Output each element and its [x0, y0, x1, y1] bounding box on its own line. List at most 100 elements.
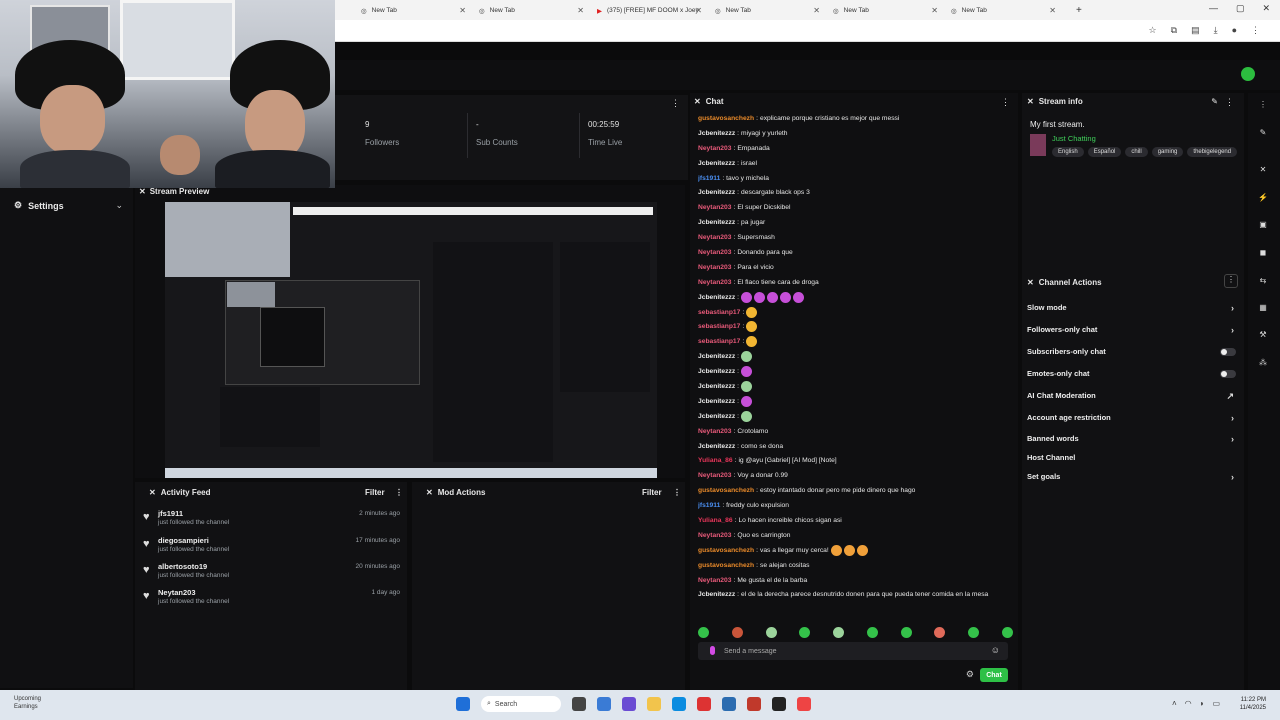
feed-user[interactable]: jfs1911 — [158, 509, 183, 518]
volume-icon[interactable]: ◗ — [1200, 699, 1205, 708]
chevron-right-icon[interactable]: › — [1231, 434, 1234, 444]
tag[interactable]: thebigelegend — [1187, 147, 1238, 157]
star-icon[interactable]: ☆ — [1149, 25, 1157, 36]
hammer-icon[interactable]: ⚒ — [1256, 328, 1270, 342]
channel-action-item[interactable]: Followers-only chat › — [1027, 325, 1239, 339]
toggle-switch[interactable] — [1220, 348, 1236, 356]
chat-username[interactable]: Yuliana_86 — [698, 457, 733, 464]
chat-username[interactable]: gustavosanchezh — [698, 547, 754, 554]
app-icon[interactable] — [697, 697, 711, 711]
windows-start-icon[interactable] — [456, 697, 470, 711]
browser-tab[interactable]: ◎ New Tab ✕ — [355, 2, 470, 19]
swap-icon[interactable]: ⇆ — [1256, 274, 1270, 288]
chat-bubble-icon[interactable]: ◼ — [1256, 246, 1270, 260]
chat-username[interactable]: Jcbenitezzz — [698, 591, 735, 598]
chevron-right-icon[interactable]: › — [1231, 472, 1234, 482]
chevron-up-icon[interactable]: ˄ — [1172, 699, 1177, 708]
chat-username[interactable]: Jcbenitezzz — [698, 219, 735, 226]
close-tab-icon[interactable]: ✕ — [931, 6, 938, 15]
channel-action-item[interactable]: Host Channel — [1027, 453, 1239, 467]
chat-username[interactable]: Jcbenitezzz — [698, 413, 735, 420]
chevron-right-icon[interactable]: › — [1231, 303, 1234, 313]
channel-action-item[interactable]: Set goals › — [1027, 472, 1239, 486]
kebab-icon[interactable]: ⋮ — [1225, 97, 1234, 108]
browser-tab[interactable]: ◎ New Tab ✕ — [709, 2, 824, 19]
chat-username[interactable]: gustavosanchezh — [698, 562, 754, 569]
kebab-icon[interactable]: ⋮ — [395, 488, 403, 497]
chat-username[interactable]: Yuliana_86 — [698, 517, 733, 524]
channel-action-item[interactable]: AI Chat Moderation ↗ — [1027, 391, 1239, 405]
activity-filter-button[interactable]: Filter — [365, 488, 385, 497]
settings-menu[interactable]: ⚙ Settings — [14, 200, 64, 211]
tag[interactable]: English — [1052, 147, 1084, 157]
maximize-icon[interactable]: ▢ — [1236, 3, 1245, 14]
emote-icon[interactable] — [765, 627, 777, 638]
taskview-icon[interactable] — [572, 697, 586, 711]
app-icon[interactable] — [722, 697, 736, 711]
chat-send-button[interactable]: Chat — [980, 668, 1008, 682]
chat-username[interactable]: Jcbenitezzz — [698, 443, 735, 450]
chat-username[interactable]: Jcbenitezzz — [698, 294, 735, 301]
kebab-icon[interactable]: ⋮ — [671, 98, 680, 109]
chat-username[interactable]: Neytan203 — [698, 532, 731, 539]
toggle-switch[interactable] — [1220, 370, 1236, 378]
feed-user[interactable]: diegosampieri — [158, 536, 209, 545]
kebab-icon[interactable]: ⋮ — [1001, 97, 1010, 108]
chat-username[interactable]: Jcbenitezzz — [698, 398, 735, 405]
kebab-icon[interactable]: ⋮ — [1256, 98, 1270, 112]
mod-filter-button[interactable]: Filter — [642, 488, 662, 497]
chat-username[interactable]: Neytan203 — [698, 234, 731, 241]
taskbar-search[interactable]: ⌕ Search — [481, 696, 561, 712]
chat-username[interactable]: Jcbenitezzz — [698, 189, 735, 196]
close-tab-icon[interactable]: ✕ — [813, 6, 820, 15]
channel-action-item[interactable]: Banned words › — [1027, 434, 1239, 448]
minimize-icon[interactable]: — — [1209, 3, 1218, 14]
chrome-icon[interactable] — [797, 697, 811, 711]
chevron-down-icon[interactable]: ⌄ — [115, 200, 123, 211]
channel-action-item[interactable]: Emotes-only chat — [1027, 369, 1239, 383]
emote-icon[interactable] — [698, 627, 709, 638]
chat-username[interactable]: Neytan203 — [698, 145, 731, 152]
wifi-icon[interactable]: ◠ — [1185, 699, 1192, 708]
taskbar-widget[interactable]: Upcoming Earnings — [14, 695, 41, 711]
edge-icon[interactable] — [672, 697, 686, 711]
folder-icon[interactable] — [647, 697, 661, 711]
chat-username[interactable]: Neytan203 — [698, 577, 731, 584]
nodes-icon[interactable]: ⁂ — [1256, 356, 1270, 370]
chat-username[interactable]: Neytan203 — [698, 264, 731, 271]
emote-icon[interactable] — [968, 627, 980, 638]
clipboard-icon[interactable]: ▣ — [1256, 218, 1270, 232]
profile-icon[interactable]: ● — [1232, 25, 1237, 36]
stream-category[interactable]: Just Chatting — [1052, 134, 1096, 143]
chat-username[interactable]: sebastianp17 — [698, 323, 740, 330]
chat-username[interactable]: gustavosanchezh — [698, 487, 754, 494]
app-icon[interactable] — [622, 697, 636, 711]
chevron-right-icon[interactable]: › — [1231, 413, 1234, 423]
close-tab-icon[interactable]: ✕ — [1049, 6, 1056, 15]
emote-icon[interactable] — [731, 627, 743, 638]
emote-icon[interactable] — [1001, 627, 1013, 638]
close-icon[interactable]: ✕ — [1256, 163, 1270, 177]
browser-tab[interactable]: ◎ New Tab ✕ — [945, 2, 1060, 19]
chat-username[interactable]: jfs1911 — [698, 502, 720, 509]
emote-icon[interactable] — [799, 627, 811, 638]
microphone-icon[interactable] — [710, 646, 715, 655]
browser-tab[interactable]: ◎ New Tab ✕ — [473, 2, 588, 19]
calendar-icon[interactable]: ▦ — [1256, 301, 1270, 315]
browser-tab[interactable]: ▶ (375) [FREE] MF DOOM x Joey ✕ — [591, 2, 706, 19]
tag[interactable]: chill — [1125, 147, 1148, 157]
tag[interactable]: Español — [1087, 147, 1122, 157]
app-icon[interactable] — [597, 697, 611, 711]
pencil-icon[interactable]: ✎ — [1256, 126, 1270, 140]
close-tab-icon[interactable]: ✕ — [695, 6, 702, 15]
close-icon[interactable]: ✕ — [1262, 3, 1270, 14]
channel-action-item[interactable]: Account age restriction › — [1027, 413, 1239, 427]
chat-username[interactable]: Neytan203 — [698, 249, 731, 256]
chevron-right-icon[interactable]: › — [1231, 325, 1234, 335]
emote-icon[interactable] — [934, 627, 946, 638]
kebab-icon[interactable]: ⋮ — [673, 488, 681, 497]
chat-username[interactable]: Jcbenitezzz — [698, 353, 735, 360]
emote-icon[interactable] — [866, 627, 878, 638]
chat-username[interactable]: Jcbenitezzz — [698, 160, 735, 167]
channel-action-item[interactable]: Slow mode › — [1027, 303, 1239, 317]
